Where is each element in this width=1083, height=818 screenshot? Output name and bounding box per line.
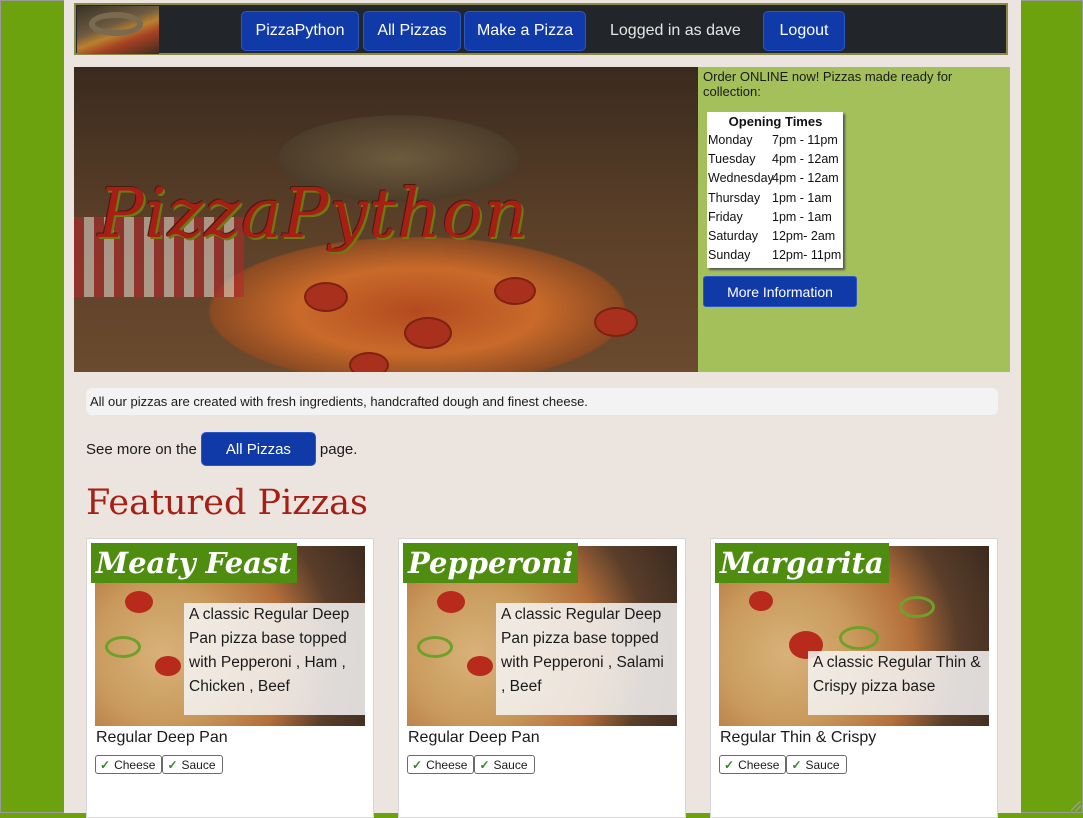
- hours-day: Monday: [708, 133, 753, 147]
- topping-label: Cheese: [426, 757, 468, 772]
- hours-time: 1pm - 1am: [772, 209, 832, 224]
- hours-row: Wednesday 4pm - 12am: [708, 169, 843, 188]
- topping-label: Cheese: [738, 757, 780, 772]
- tomato-topping: [467, 656, 493, 676]
- tomato-topping: [437, 591, 465, 613]
- hours-time: 7pm - 11pm: [772, 133, 838, 147]
- pepperoni-slice: [594, 307, 638, 337]
- hours-row: Sunday 12pm- 11pm: [708, 246, 843, 265]
- hours-row: Tuesday 4pm - 12am: [708, 150, 843, 169]
- check-icon: ✓: [167, 757, 178, 772]
- tomato-topping: [155, 656, 181, 676]
- all-pizzas-link-button[interactable]: All Pizzas: [200, 432, 316, 466]
- topping-chips: ✓ Cheese ✓ Sauce: [407, 755, 535, 774]
- hours-day: Thursday: [708, 190, 761, 205]
- hours-row: Thursday 1pm - 1am: [708, 189, 843, 208]
- hours-day: Wednesday: [708, 171, 774, 186]
- user-status: Logged in as dave: [610, 22, 741, 39]
- pepper-topping: [105, 636, 141, 658]
- hero-title: PizzaPython: [98, 175, 529, 254]
- pizza-card[interactable]: A classic Regular Thin & Crispy pizza ba…: [710, 538, 998, 818]
- hours-day: Saturday: [708, 228, 759, 243]
- check-icon: ✓: [724, 757, 735, 772]
- see-more-prefix: See more on the: [86, 440, 197, 458]
- hours-day: Friday: [708, 209, 743, 224]
- pepper-topping: [417, 636, 453, 658]
- pizza-description: A classic Regular Deep Pan pizza base to…: [184, 603, 365, 715]
- pizza-base: Regular Thin & Crispy: [720, 729, 877, 746]
- check-icon: ✓: [412, 757, 423, 772]
- topping-label: Cheese: [114, 757, 156, 772]
- nav-all-pizzas-button[interactable]: All Pizzas: [363, 11, 461, 51]
- topping-chip: ✓ Sauce: [162, 755, 223, 774]
- check-icon: ✓: [791, 757, 802, 772]
- topping-chip: ✓ Cheese: [719, 755, 787, 774]
- nav-home-button[interactable]: PizzaPython: [241, 11, 359, 51]
- tomato-topping: [749, 591, 773, 611]
- topping-label: Sauce: [805, 757, 840, 772]
- snake-coil-icon: [89, 12, 143, 36]
- pizza-base: Regular Deep Pan: [96, 729, 228, 746]
- pepperoni-slice: [304, 282, 348, 312]
- resize-grip-icon[interactable]: [1071, 801, 1081, 811]
- topping-chip: ✓ Cheese: [95, 755, 163, 774]
- nav-make-pizza-button[interactable]: Make a Pizza: [464, 11, 586, 51]
- tomato-topping: [125, 591, 153, 613]
- topping-chips: ✓ Cheese ✓ Sauce: [719, 755, 847, 774]
- hours-day: Tuesday: [708, 152, 756, 167]
- logout-button[interactable]: Logout: [763, 11, 845, 51]
- pizza-base: Regular Deep Pan: [408, 729, 540, 746]
- hours-time: 12pm- 2am: [772, 228, 836, 243]
- pizza-card[interactable]: A classic Regular Deep Pan pizza base to…: [398, 538, 686, 818]
- pepperoni-slice: [494, 277, 536, 305]
- hours-time: 4pm - 12am: [772, 152, 839, 167]
- page-content: PizzaPython All Pizzas Make a Pizza Logg…: [64, 0, 1021, 818]
- intro-banner: All our pizzas are created with fresh in…: [86, 388, 998, 415]
- hours-row: Saturday 12pm- 2am: [708, 227, 843, 246]
- hours-row: Friday 1pm - 1am: [708, 208, 843, 227]
- topping-label: Sauce: [181, 757, 216, 772]
- pizza-name: Meaty Feast: [91, 543, 297, 583]
- pizza-description: A classic Regular Deep Pan pizza base to…: [496, 603, 677, 715]
- info-panel: Order ONLINE now! Pizzas made ready for …: [698, 67, 1010, 372]
- pizza-name: Pepperoni: [403, 543, 579, 583]
- logo-image[interactable]: [77, 6, 159, 54]
- topping-chip: ✓ Sauce: [786, 755, 847, 774]
- pizza-name: Margarita: [715, 543, 889, 583]
- topping-chip: ✓ Cheese: [407, 755, 475, 774]
- pepperoni-slice: [349, 352, 389, 372]
- opening-times-title: Opening Times: [728, 114, 823, 129]
- hours-day: Sunday: [708, 248, 751, 263]
- pepperoni-slice: [404, 317, 452, 349]
- hours-row: Monday 7pm - 11pm: [708, 131, 843, 150]
- check-icon: ✓: [100, 757, 111, 772]
- pizza-card[interactable]: A classic Regular Deep Pan pizza base to…: [86, 538, 374, 818]
- hours-time: 4pm - 12am: [772, 171, 839, 186]
- order-tagline: Order ONLINE now! Pizzas made ready for …: [703, 69, 953, 99]
- topping-chip: ✓ Sauce: [474, 755, 535, 774]
- see-more-suffix: page.: [319, 440, 358, 458]
- check-icon: ✓: [479, 757, 490, 772]
- hero-image: PizzaPython: [74, 67, 698, 372]
- navbar: PizzaPython All Pizzas Make a Pizza Logg…: [74, 3, 1008, 55]
- topping-chips: ✓ Cheese ✓ Sauce: [95, 755, 223, 774]
- hours-time: 12pm- 11pm: [772, 248, 842, 263]
- see-more-line: See more on the All Pizzas page.: [86, 432, 357, 466]
- pepper-topping: [839, 626, 879, 650]
- pizza-description: A classic Regular Thin & Crispy pizza ba…: [808, 651, 989, 715]
- featured-heading: Featured Pizzas: [86, 483, 368, 523]
- topping-label: Sauce: [493, 757, 528, 772]
- pepper-topping: [899, 596, 935, 618]
- more-information-button[interactable]: More Information: [703, 276, 857, 307]
- opening-times-table: Opening Times Monday 7pm - 11pm Tuesday 4p…: [707, 112, 843, 269]
- hours-time: 1pm - 1am: [772, 190, 832, 205]
